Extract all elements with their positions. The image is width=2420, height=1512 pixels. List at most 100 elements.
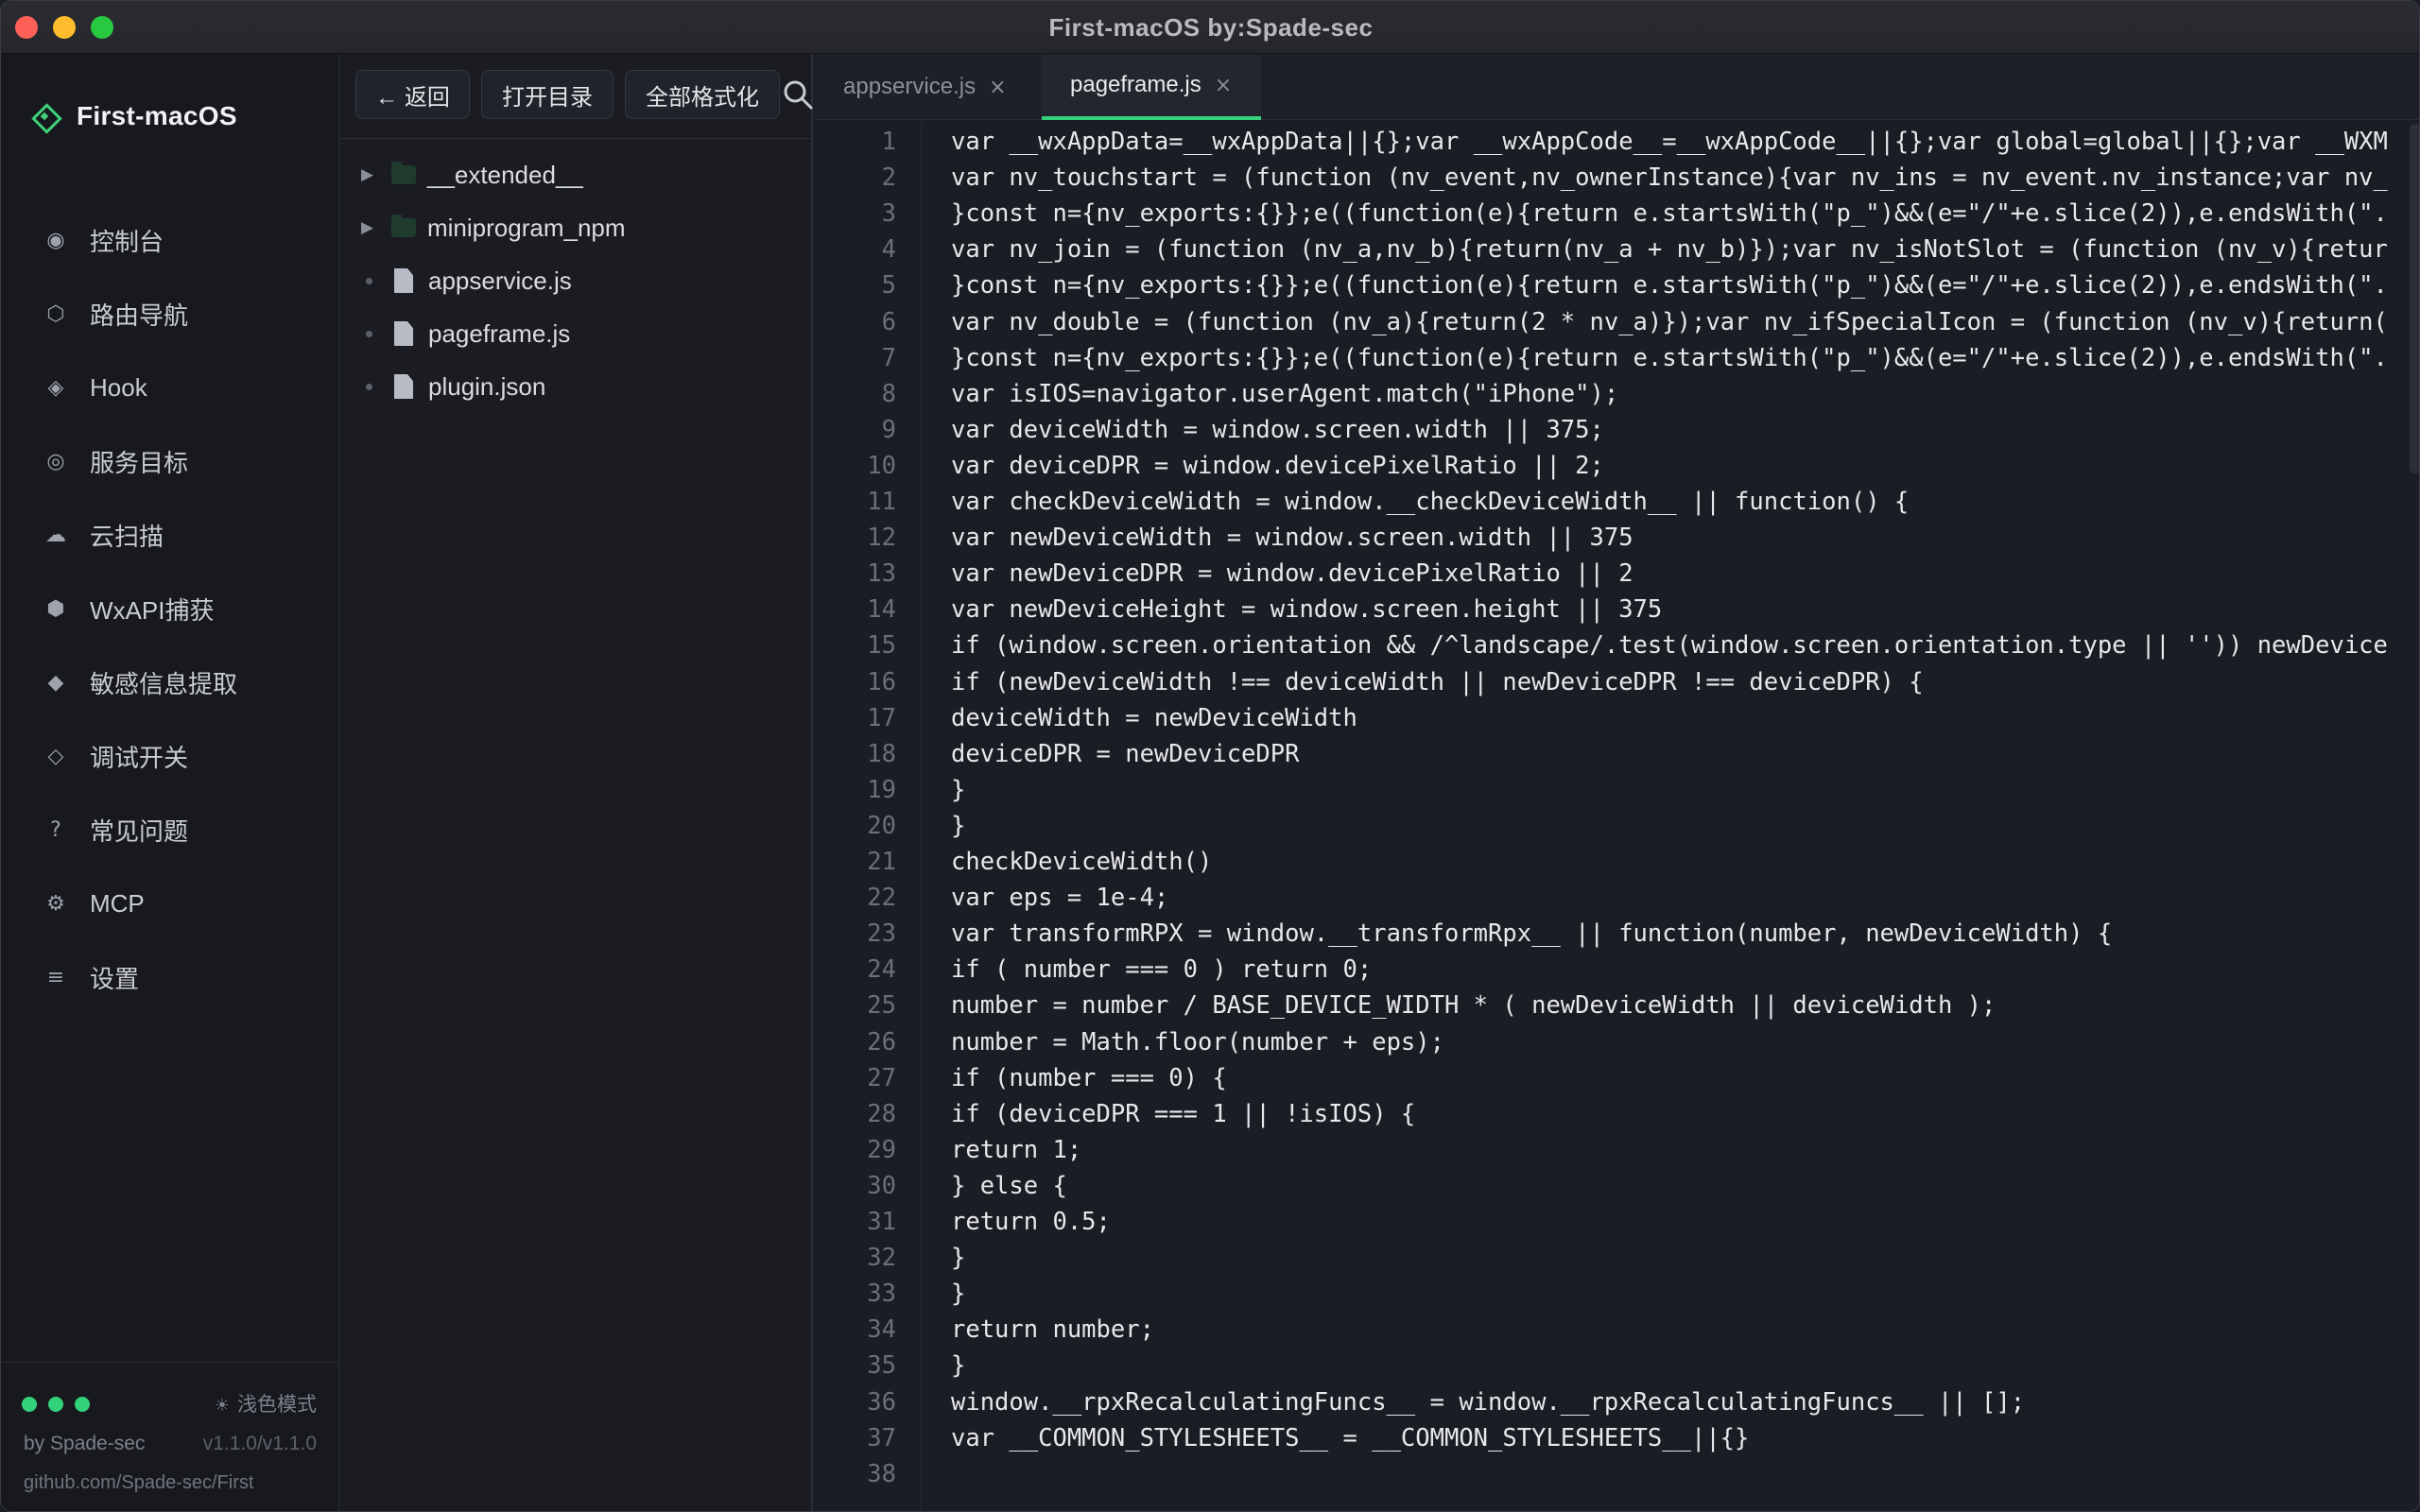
folder-item[interactable]: ▶ __extended__ — [340, 148, 813, 201]
sidebar-item-3[interactable]: ◎ 服务目标 — [1, 424, 339, 498]
hook-icon: ◈ — [47, 375, 64, 400]
line-number: 20 — [867, 811, 896, 840]
tree-item-label: __extended__ — [427, 160, 583, 189]
folder-item[interactable]: ▶ miniprogram_npm — [340, 201, 813, 254]
folder-icon — [391, 162, 416, 184]
tree-item-label: plugin.json — [428, 371, 546, 401]
line-number: 36 — [867, 1387, 896, 1417]
sidebar-item-10[interactable]: ≡ 设置 — [1, 940, 339, 1014]
code-line: 16 if (newDeviceWidth !== deviceWidth || … — [815, 664, 2419, 700]
line-number: 16 — [867, 667, 896, 696]
line-number: 19 — [867, 775, 896, 804]
file-item[interactable]: pageframe.js — [340, 307, 813, 360]
code-text: var newDeviceDPR = window.devicePixelRat… — [951, 559, 1634, 589]
expand-arrow-icon[interactable]: ▶ — [361, 165, 376, 184]
sidebar-item-0[interactable]: ◉ 控制台 — [1, 203, 339, 277]
theme-toggle[interactable]: ☀ 浅色模式 — [215, 1389, 317, 1418]
open-directory-button[interactable]: 打开目录 — [481, 70, 614, 119]
sidebar-item-1[interactable]: ⬡ 路由导航 — [1, 277, 339, 351]
author-label: by Spade-sec — [24, 1433, 146, 1454]
code-text: var eps = 1e-4; — [951, 884, 1169, 913]
code-text: return 1; — [951, 1135, 1082, 1164]
code-text: var deviceDPR = window.devicePixelRatio … — [951, 451, 1604, 480]
sidebar-item-label: 服务目标 — [90, 448, 189, 477]
sidebar-item-4[interactable]: ☁ 云扫描 — [1, 498, 339, 572]
code-line: 1 var __wxAppData=__wxAppData||{};var __w… — [815, 124, 2419, 160]
format-all-button[interactable]: 全部格式化 — [625, 70, 780, 119]
code-text: } — [951, 1244, 966, 1273]
status-dot — [75, 1397, 90, 1412]
code-text: } — [951, 1351, 966, 1381]
line-number: 12 — [867, 524, 896, 553]
code-line: 5}const n={nv_exports:{}};e((function(e)… — [815, 267, 2419, 303]
repo-link[interactable]: github.com/Spade-sec/First — [24, 1472, 253, 1494]
code-line: 15 if (window.screen.orientation && /^lan… — [815, 627, 2419, 663]
code-editor: appservice.js × pageframe.js × 1 var __wxApp… — [815, 54, 2419, 1511]
sidebar-item-5[interactable]: ⬢ WxAPI捕获 — [1, 572, 339, 645]
code-text: }const n={nv_exports:{}};e((function(e){… — [951, 199, 2388, 229]
code-text: var nv_double = (function (nv_a){return(… — [951, 307, 2388, 336]
target-icon: ◎ — [46, 449, 65, 473]
code-text: var newDeviceHeight = window.screen.heig… — [951, 595, 1663, 625]
editor-tab[interactable]: pageframe.js × — [1042, 54, 1261, 120]
code-line: 3}const n={nv_exports:{}};e((function(e)… — [815, 196, 2419, 232]
code-line: 6 var nv_double = (function (nv_a){return… — [815, 304, 2419, 340]
code-text: } — [951, 811, 966, 840]
theme-toggle-label: 浅色模式 — [237, 1394, 317, 1416]
code-line: 14 var newDeviceHeight = window.screen.he… — [815, 592, 2419, 627]
sidebar-item-label: 常见问题 — [90, 816, 189, 846]
code-text: if (newDeviceWidth !== deviceWidth || ne… — [951, 667, 1924, 696]
sidebar-item-2[interactable]: ◈ Hook — [1, 351, 339, 424]
line-number: 24 — [867, 955, 896, 985]
sidebar-item-8[interactable]: ? 常见问题 — [1, 793, 339, 867]
line-number: 28 — [867, 1099, 896, 1128]
code-view[interactable]: 1 var __wxAppData=__wxAppData||{};var __w… — [815, 124, 2419, 1511]
line-number: 14 — [867, 595, 896, 625]
file-item[interactable]: plugin.json — [340, 360, 813, 413]
line-number: 10 — [867, 451, 896, 480]
code-text: }const n={nv_exports:{}};e((function(e){… — [951, 343, 2388, 372]
file-icon — [394, 321, 413, 346]
code-line: 30} else { — [815, 1168, 2419, 1204]
code-text: var __COMMON_STYLESHEETS__ = __COMMON_ST… — [951, 1423, 1750, 1452]
code-text: } — [951, 1280, 966, 1309]
code-line: 12 var newDeviceWidth = window.screen.wid… — [815, 520, 2419, 556]
code-text: number = number / BASE_DEVICE_WIDTH * ( … — [951, 991, 1996, 1021]
expand-arrow-icon[interactable]: ▶ — [361, 218, 376, 237]
code-line: 38 — [815, 1456, 2419, 1492]
line-number: 1 — [881, 128, 896, 156]
status-dot — [22, 1397, 37, 1412]
line-number: 15 — [867, 631, 896, 661]
close-tab-icon[interactable]: × — [989, 76, 1006, 99]
line-number: 38 — [867, 1459, 896, 1488]
code-text: if (deviceDPR === 1 || !isIOS) { — [951, 1099, 1416, 1128]
line-number: 23 — [867, 919, 896, 949]
sidebar-item-9[interactable]: ⚙ MCP — [1, 867, 339, 940]
sidebar-item-label: 控制台 — [90, 227, 164, 256]
code-line: 22 var eps = 1e-4; — [815, 880, 2419, 916]
code-text: } — [951, 775, 966, 804]
bullet-icon — [361, 330, 376, 337]
editor-tab[interactable]: appservice.js × — [815, 54, 1042, 120]
file-item[interactable]: appservice.js — [340, 254, 813, 307]
sidebar-item-7[interactable]: ◇ 调试开关 — [1, 719, 339, 793]
code-text: var deviceWidth = window.screen.width ||… — [951, 415, 1604, 444]
search-icon[interactable] — [782, 78, 814, 111]
line-number: 8 — [881, 379, 896, 408]
close-tab-icon[interactable]: × — [1215, 74, 1232, 97]
code-line: 11 var checkDeviceWidth = window.__checkD… — [815, 484, 2419, 520]
line-number: 27 — [867, 1063, 896, 1092]
status-dots — [22, 1397, 90, 1412]
code-text: return 0.5; — [951, 1208, 1111, 1236]
code-line: 9 var deviceWidth = window.screen.width |… — [815, 412, 2419, 448]
code-line: 7}const n={nv_exports:{}};e((function(e)… — [815, 340, 2419, 376]
line-number: 33 — [867, 1280, 896, 1309]
sidebar-item-6[interactable]: ◆ 敏感信息提取 — [1, 645, 339, 719]
bullet-icon — [361, 383, 376, 390]
back-button[interactable]: ← 返回 — [355, 70, 470, 119]
code-line: 24 if ( number === 0 ) return 0; — [815, 952, 2419, 988]
sidebar-item-label: WxAPI捕获 — [90, 595, 215, 625]
code-text: var __wxAppData=__wxAppData||{};var __wx… — [951, 128, 2388, 156]
cloud-icon: ☁ — [45, 523, 66, 547]
sidebar-nav: ◉ 控制台 ⬡ 路由导航 ◈ Hook ◎ 服务目标 ☁ 云扫描 ⬢ WxAPI捕获 ◆ 敏感信息提取 ◇ 调… — [1, 203, 339, 1014]
